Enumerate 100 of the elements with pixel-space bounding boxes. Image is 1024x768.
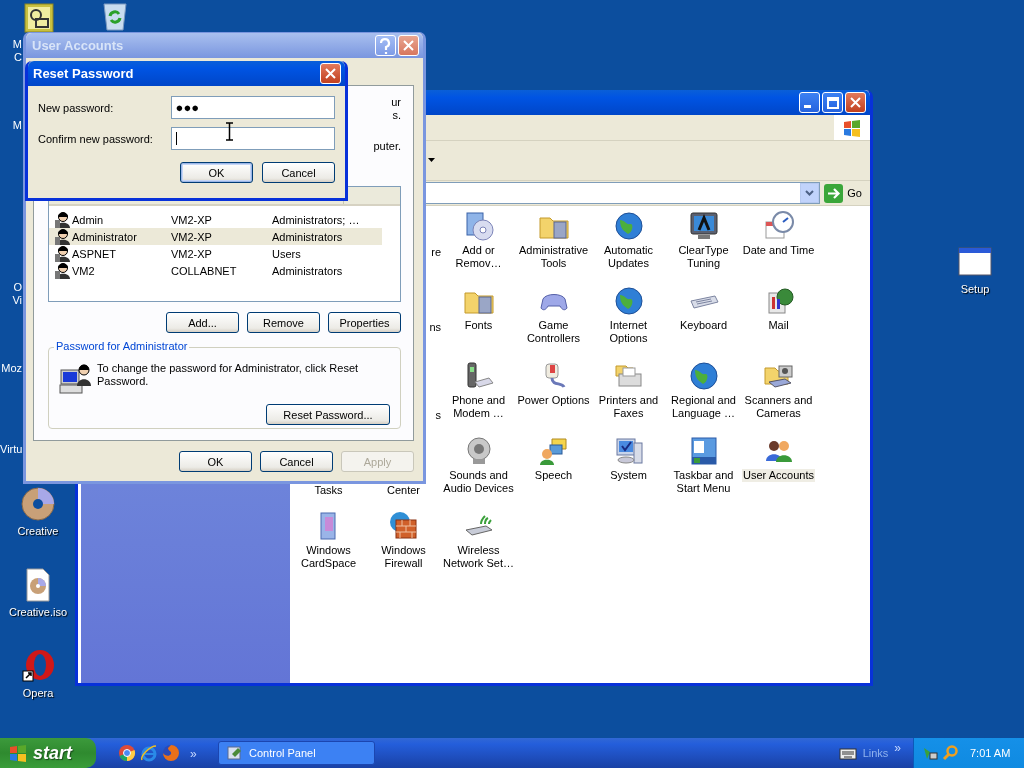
reset-password-button[interactable]: Reset Password... [266, 404, 390, 425]
close-button[interactable] [845, 92, 866, 113]
item-label[interactable]: Add or Remov… [454, 244, 503, 270]
user-icon [54, 245, 71, 262]
item-label[interactable]: Internet Options [608, 319, 649, 345]
item-label[interactable]: Scanners and Cameras [743, 394, 814, 420]
monitor-icon[interactable] [687, 210, 720, 242]
user-group: Administrators [272, 264, 382, 277]
item-label[interactable]: Administrative Tools [517, 244, 590, 270]
start-button[interactable]: start [0, 738, 96, 768]
clock: 7:01 AM [970, 747, 1011, 759]
item-label[interactable]: System [609, 469, 648, 482]
password-field[interactable]: ●●● [170, 96, 335, 119]
group-title: Password for Administrator [54, 340, 190, 352]
more-chevron[interactable]: » [190, 747, 197, 761]
item-label[interactable]: Tasks [314, 484, 343, 497]
desktop-icon-label: M [11, 38, 22, 50]
user-domain: VM2-XP [171, 247, 213, 260]
item-label[interactable]: Wireless Network Set… [442, 544, 515, 570]
item-label[interactable]: Printers and Faxes [597, 394, 660, 420]
item-label[interactable]: Mail [767, 319, 790, 332]
description-text: ur [391, 96, 401, 109]
brick-wall-icon[interactable] [387, 510, 420, 542]
item-label[interactable]: s [435, 409, 441, 422]
list-row[interactable]: Admin VM2-XP Administrators; … [49, 211, 382, 228]
desktop-icon-label: O [12, 281, 22, 293]
list-row[interactable]: Administrator VM2-XP Administrators [49, 228, 382, 245]
close-icon [325, 68, 336, 79]
item-label[interactable]: Center [387, 484, 420, 497]
desktop-icon-label[interactable]: Creative.iso [8, 606, 68, 618]
dropdown-arrow-icon[interactable] [428, 158, 435, 163]
dropdown-button[interactable] [800, 183, 820, 203]
firefox-icon[interactable] [162, 744, 180, 762]
desktop-icon-label[interactable]: Opera [22, 687, 54, 699]
windows-flag-icon [8, 744, 28, 762]
more-chevron[interactable]: » [894, 741, 901, 755]
password-field[interactable] [170, 127, 335, 150]
chevron-down-icon [805, 190, 815, 196]
field-label: New password: [38, 101, 115, 114]
clock-icon[interactable] [762, 210, 795, 242]
close-icon [403, 40, 414, 51]
user-icon [54, 228, 71, 245]
ie-icon[interactable] [140, 744, 158, 762]
minimize-button[interactable] [799, 92, 820, 113]
desktop-icon-label: C [13, 51, 22, 63]
item-label[interactable]: Speech [533, 469, 574, 482]
user-name: Admin [72, 213, 104, 226]
close-button[interactable] [320, 63, 341, 84]
list-row[interactable]: ASPNET VM2-XP Users [49, 245, 382, 262]
item-label[interactable]: Taskbar and Start Menu [672, 469, 735, 495]
globe-icon[interactable] [612, 285, 645, 317]
item-label[interactable]: Phone and Modem … [450, 394, 507, 420]
keyboard-icon[interactable] [838, 746, 857, 760]
dialog-button[interactable]: Cancel [262, 162, 335, 183]
maximize-button[interactable] [822, 92, 843, 113]
item-label[interactable]: Date and Time [741, 244, 816, 257]
speech-bubble-icon[interactable] [537, 435, 570, 467]
window-icon[interactable] [958, 245, 992, 279]
item-label[interactable]: ns [429, 321, 441, 334]
user-domain: VM2-XP [171, 213, 213, 226]
windows-flag-icon [842, 118, 862, 137]
user-name: Administrator [72, 230, 137, 243]
item-label[interactable]: Windows Firewall [380, 544, 427, 570]
desktop-icon-label: Virtu [0, 443, 22, 455]
disc-icon[interactable] [21, 487, 55, 521]
user-icon [54, 211, 71, 228]
item-label[interactable]: re [431, 246, 441, 259]
dialog-button[interactable]: OK [180, 162, 253, 183]
item-label[interactable]: Regional and Language … [670, 394, 737, 420]
list-row[interactable]: VM2 COLLABNET Administrators [49, 262, 382, 279]
item-label[interactable]: ClearType Tuning [677, 244, 730, 270]
user-domain: COLLABNET [171, 264, 238, 277]
user-group: Administrators; … [272, 213, 382, 226]
field-label: Confirm new password: [38, 132, 154, 145]
password-dots: ●●● [175, 100, 200, 115]
item-label[interactable]: Power Options [516, 394, 591, 407]
item-label[interactable]: Automatic Updates [603, 244, 654, 270]
desktop-icon-label[interactable]: Setup [960, 283, 990, 295]
globe-icon[interactable] [687, 360, 720, 392]
taskbar-button[interactable]: Control Panel [218, 741, 375, 765]
item-label[interactable]: User Accounts [742, 469, 815, 482]
item-label[interactable]: Windows CardSpace [299, 544, 357, 570]
opera-icon[interactable] [21, 649, 55, 683]
text-cursor-icon [225, 122, 234, 141]
item-label[interactable]: Fonts [463, 319, 494, 332]
desktop-icon-label: Moz [0, 362, 22, 374]
user-name: VM2 [72, 264, 95, 277]
item-label[interactable]: Keyboard [678, 319, 729, 332]
item-label[interactable]: Sounds and Audio Devices [442, 469, 515, 495]
user-group: Users [272, 247, 382, 260]
minimize-icon [804, 105, 811, 108]
globe-icon[interactable] [612, 210, 645, 242]
go-button[interactable]: Go [824, 183, 866, 203]
recycle-bin-icon [101, 1, 129, 31]
computer-user-icon [59, 362, 93, 396]
question-mark-icon [380, 37, 391, 54]
desktop-icon-label[interactable]: Creative [17, 525, 59, 537]
chrome-icon[interactable] [118, 744, 136, 762]
window-title: Reset Password [33, 66, 135, 81]
item-label[interactable]: Game Controllers [525, 319, 582, 345]
